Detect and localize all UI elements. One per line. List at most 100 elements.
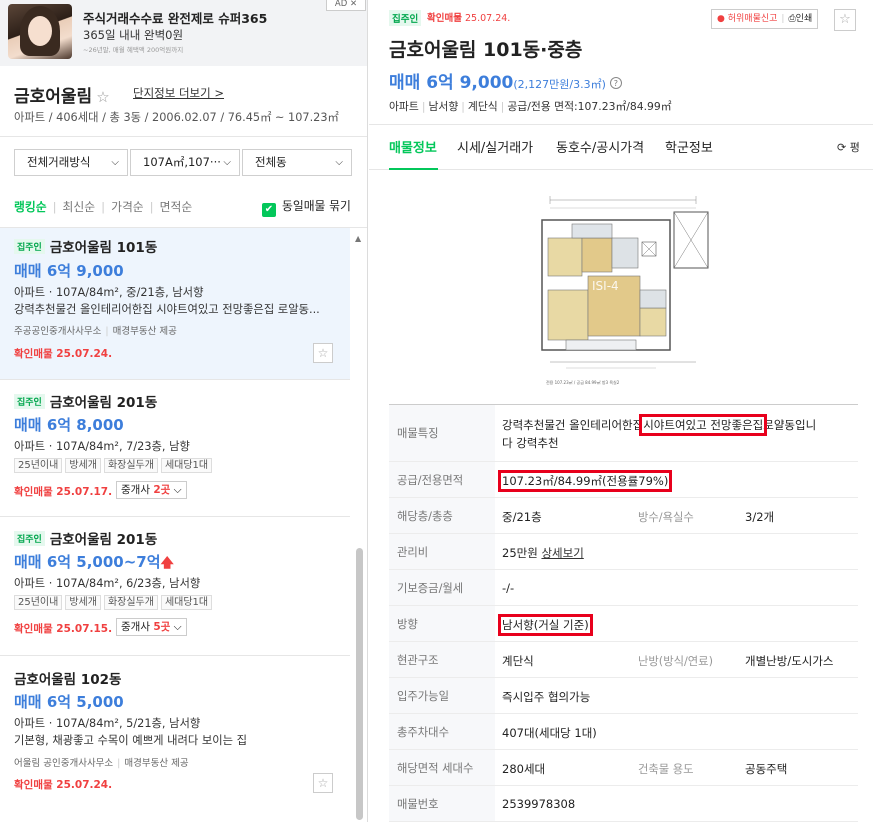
complex-title: 금호어울림 ☆ [14, 87, 110, 107]
ad-avatar-image [8, 4, 72, 59]
row-units: 해당면적 세대수 280세대 건축물 용도 공동주택 [389, 750, 858, 786]
row-entry: 현관구조 계단식 난방(방식/연료) 개별난방/도시가스 [389, 642, 858, 678]
report-print-bar: ● 허위매물신고 | ⎙인쇄 [711, 9, 819, 29]
owner-tag: 집주인 [14, 239, 45, 254]
row-fee: 관리비 25만원 상세보기 [389, 534, 858, 570]
ad-subtitle: 365일 내내 완벽0원 [83, 28, 184, 42]
divider [0, 136, 367, 137]
chevron-down-icon: ⌵ [223, 157, 231, 168]
group-same-listings-checkbox[interactable]: ✔ 동일매물 묶기 [262, 197, 351, 217]
listing-title: 금호어울림 201동 [49, 532, 158, 548]
listing-price: 매매 6억 5,000~7억🡅 [14, 553, 174, 571]
listing-spec: 아파트 · 107A/84m², 중/21층, 남서향 [14, 286, 204, 299]
tab-price-history[interactable]: 시세/실거래가 [457, 137, 533, 156]
listing-tags: 25년이내 방세개 화장실두개 세대당1대 [14, 457, 215, 473]
listing-spec: 아파트 · 107A/84m², 6/23층, 남서향 [14, 577, 201, 590]
refresh-icon: ⟳ [837, 141, 847, 154]
help-icon[interactable]: ? [609, 77, 622, 89]
list-item[interactable]: 금호어울림 102동 매매 6억 5,000 아파트 · 107A/84m², … [0, 656, 350, 822]
listing-agent: 주공공인중개사사무소 | 매경부동산 제공 [14, 326, 177, 337]
broker-count-dropdown[interactable]: 중개사 2곳 ⌵ [116, 481, 187, 499]
highlight-direction: 남서향(거실 기준) [498, 614, 593, 636]
confirm-date: 확인매물 25.07.15. [14, 623, 113, 635]
siren-icon: ● [717, 14, 725, 24]
listing-description: 기본형, 채광좋고 수목이 예쁘게 내려다 보이는 집 [14, 734, 248, 747]
trade-type-select[interactable]: 전체거래방식 ⌵ [14, 149, 128, 176]
row-direction: 방향 남서향(거실 기준) [389, 606, 858, 642]
sort-area[interactable]: 면적순 [160, 200, 193, 214]
sort-price[interactable]: 가격순 [111, 200, 144, 214]
sort-latest[interactable]: 최신순 [63, 200, 96, 214]
chevron-down-icon: ⌵ [173, 621, 182, 633]
ad-banner[interactable]: 주식거래수수료 완전제로 슈퍼365 365일 내내 완벽0원 ~26년말, 매… [0, 0, 367, 66]
scroll-thumb[interactable] [356, 548, 363, 820]
fee-detail-link[interactable]: 상세보기 [541, 546, 583, 560]
detail-price: 매매 6억 9,000(2,127만원/3.3㎡)? [389, 68, 622, 93]
sort-ranking[interactable]: 랭킹순 [14, 200, 47, 214]
active-tab-underline [389, 168, 438, 170]
chevron-down-icon: ⌵ [335, 157, 343, 168]
list-item[interactable]: 집주인 금호어울림 101동 매매 6억 9,000 아파트 · 107A/84m… [0, 228, 350, 380]
row-parking: 총주차대수 407대(세대당 1대) [389, 714, 858, 750]
listing-info-table: 매물특징 강력추천물건 올인테리어한집시야트여있고 전망좋은집로얄동입니 다 강… [389, 404, 858, 822]
complex-info-more-link[interactable]: 단지정보 더보기 > [133, 85, 224, 101]
tab-unit-price[interactable]: 동호수/공시가격 [556, 137, 644, 156]
row-floor: 해당층/총층 중/21층 방수/욕실수 3/2개 [389, 498, 858, 534]
row-listing-number: 매물번호 2539978308 [389, 786, 858, 822]
floor-plan-image[interactable]: ISI-4 전용 107.23㎡ / 공급 84.99㎡ 방3 욕실2 [536, 190, 711, 390]
owner-tag: 집주인 [389, 10, 422, 26]
confirm-date: 확인매물 25.07.24. [14, 348, 113, 360]
listing-price: 매매 6억 9,000 [14, 262, 124, 280]
favorite-star-icon[interactable]: ☆ [834, 9, 856, 31]
listing-title: 금호어울림 102동 [14, 672, 122, 688]
favorite-star-icon[interactable]: ☆ [96, 88, 109, 106]
list-scrollbar[interactable]: ▲ [351, 228, 367, 822]
listing-spec: 아파트 · 107A/84m², 5/21층, 남서향 [14, 717, 201, 730]
print-icon: ⎙ [788, 14, 796, 24]
listing-title: 금호어울림 101동 [49, 240, 158, 256]
listing-panel: 주식거래수수료 완전제로 슈퍼365 365일 내내 완벽0원 ~26년말, 매… [0, 0, 368, 822]
list-item[interactable]: 집주인 금호어울림 201동 매매 6억 8,000 아파트 · 107A/84m… [0, 380, 350, 517]
listing-tags: 25년이내 방세개 화장실두개 세대당1대 [14, 594, 215, 610]
listing-list: 집주인 금호어울림 101동 매매 6억 9,000 아파트 · 107A/84m… [0, 228, 350, 822]
row-move-in: 입주가능일 즉시입주 협의가능 [389, 678, 858, 714]
checkmark-icon: ✔ [262, 203, 276, 217]
complex-summary: 아파트 / 406세대 / 총 3동 / 2006.02.07 / 76.45㎡… [14, 111, 339, 124]
ad-fine-print: ~26년말, 매월 혜택액 200억원까지 [83, 46, 184, 54]
print-button[interactable]: ⎙인쇄 [788, 14, 812, 24]
ad-close-button[interactable]: AD ✕ [326, 0, 366, 11]
row-feature: 매물특징 강력추천물건 올인테리어한집시야트여있고 전망좋은집로얄동입니 다 강… [389, 405, 858, 462]
tab-school[interactable]: 학군정보 [665, 137, 713, 156]
scroll-up-arrow-icon[interactable]: ▲ [355, 234, 361, 243]
list-item[interactable]: 집주인 금호어울림 201동 매매 6억 5,000~7억🡅 아파트 · 107A… [0, 517, 350, 656]
area-select[interactable]: 107A㎡,107··· ⌵ [130, 149, 240, 176]
favorite-star-icon[interactable]: ☆ [313, 343, 333, 363]
svg-text:ISI-4: ISI-4 [592, 279, 619, 293]
confirm-date: 확인매물 25.07.17. [14, 486, 113, 498]
owner-tag: 집주인 [14, 394, 45, 409]
chevron-down-icon: ⌵ [173, 484, 182, 496]
favorite-star-icon[interactable]: ☆ [313, 773, 333, 793]
owner-tag: 집주인 [14, 531, 45, 546]
detail-panel: 집주인 확인매물 25.07.24. ● 허위매물신고 | ⎙인쇄 ☆ 금호어울림 … [369, 0, 873, 822]
detail-tabs: 매물정보 시세/실거래가 동호수/공시가격 학군정보 ⟳ 평 [369, 124, 873, 170]
report-button[interactable]: ● 허위매물신고 [717, 14, 777, 24]
listing-agent: 어울림 공인중개사사무소 | 매경부동산 제공 [14, 758, 189, 769]
confirm-tag: 확인매물 25.07.24. [427, 13, 511, 24]
building-select[interactable]: 전체동 ⌵ [242, 149, 352, 176]
detail-title: 금호어울림 101동·중층 [389, 39, 583, 61]
listing-title: 금호어울림 201동 [49, 395, 158, 411]
listing-description: 강력추천물건 올인테리어한집 시야트여있고 전망좋은집 로알동... [14, 303, 320, 316]
broker-count-dropdown[interactable]: 중개사 5곳 ⌵ [116, 618, 187, 636]
highlight-area: 107.23㎡/84.99㎡(전용률79%) [497, 470, 673, 492]
tab-listing-info[interactable]: 매물정보 [389, 137, 437, 156]
row-deposit: 기보증금/월세 -/- [389, 570, 858, 606]
confirm-date: 확인매물 25.07.24. [14, 779, 113, 791]
ad-title: 주식거래수수료 완전제로 슈퍼365 [83, 11, 268, 26]
chevron-down-icon: ⌵ [111, 157, 119, 168]
unit-toggle-button[interactable]: ⟳ 평 [837, 139, 860, 155]
row-area: 공급/전용면적 107.23㎡/84.99㎡(전용률79%) [389, 462, 858, 498]
sort-options: 랭킹순 | 최신순 | 가격순 | 면적순 [14, 200, 193, 214]
detail-spec: 아파트 | 남서향 | 계단식 | 공급/전용 면적:107.23㎡/84.99㎡ [389, 100, 672, 113]
listing-spec: 아파트 · 107A/84m², 7/23층, 남향 [14, 440, 190, 453]
